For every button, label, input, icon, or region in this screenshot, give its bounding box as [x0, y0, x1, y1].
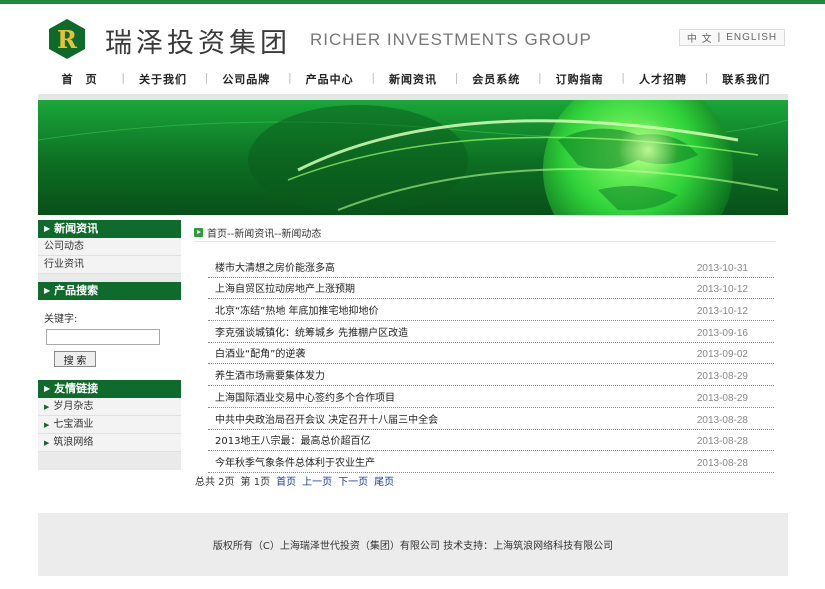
play-icon [194, 228, 203, 237]
lang-separator: | [717, 32, 722, 43]
list-item[interactable]: 楼市大清想之房价能涨多高 2013-10-31 [208, 256, 774, 278]
nav-products[interactable]: 产品中心 [288, 71, 371, 87]
sidebar-gap [38, 274, 181, 282]
nav-careers[interactable]: 人才招聘 [621, 71, 704, 87]
news-title[interactable]: 养生酒市场需要集体发力 [215, 367, 325, 382]
keyword-input[interactable] [46, 329, 160, 345]
news-title[interactable]: 北京“冻结”热地 年底加推宅地抑地价 [215, 302, 379, 317]
breadcrumb-divider [194, 241, 776, 242]
pager-first-link[interactable]: 首页 [276, 473, 296, 488]
keyword-label: 关键字: [44, 314, 78, 325]
product-search-panel: 关键字: 搜 索 [38, 300, 181, 380]
list-item[interactable]: 今年秋季气象条件总体利于农业生产 2013-08-28 [208, 451, 774, 473]
logo: R [49, 19, 85, 59]
pagination: 总共 2页 第 1页 首页 上一页 下一页 尾页 [195, 473, 394, 488]
sidebar-news-title: 新闻资讯 [54, 222, 99, 235]
nav-order-guide[interactable]: 订购指南 [538, 71, 621, 87]
lang-cn-link[interactable]: 中 文 [687, 30, 713, 45]
search-button[interactable]: 搜 索 [54, 351, 96, 367]
lang-en-link[interactable]: ENGLISH [726, 32, 777, 43]
news-date: 2013-08-29 [696, 392, 748, 404]
news-list: 楼市大清想之房价能涨多高 2013-10-31 上海自贸区拉动房地产上涨预期 2… [208, 256, 774, 473]
pager-last-link[interactable]: 尾页 [374, 473, 394, 488]
sidebar-link-label: 行业资讯 [44, 258, 84, 270]
company-name-en: RICHER INVESTMENTS GROUP [310, 30, 592, 49]
sidebar-search-header: ▶ 产品搜索 [38, 282, 181, 300]
pager-prev-link[interactable]: 上一页 [302, 473, 332, 488]
news-date: 2013-08-28 [696, 414, 748, 426]
sidebar-links-header: ▶ 友情链接 [38, 380, 181, 398]
friend-link-zhulang[interactable]: ▶ 筑浪网络 [38, 434, 181, 452]
news-date: 2013-10-12 [696, 306, 748, 318]
main-nav: 首 页 关于我们 公司品牌 产品中心 新闻资讯 会员系统 订购指南 人才招聘 联… [38, 66, 788, 92]
news-title[interactable]: 楼市大清想之房价能涨多高 [215, 259, 335, 274]
friend-link-label: 岁月杂志 [53, 400, 94, 412]
news-title[interactable]: 中共中央政治局召开会议 决定召开十八届三中全会 [215, 411, 438, 426]
arrow-right-icon: ▶ [44, 438, 50, 447]
breadcrumb-text[interactable]: 首页--新闻资讯--新闻动态 [207, 225, 321, 240]
friend-link-label: 筑浪网络 [53, 436, 94, 448]
friend-link-suiyue[interactable]: ▶ 岁月杂志 [38, 398, 181, 416]
globe-graphic [38, 100, 788, 215]
sidebar-link-industry-news[interactable]: 行业资讯 [38, 256, 181, 274]
sidebar-search-title: 产品搜索 [54, 284, 99, 297]
nav-contact[interactable]: 联系我们 [705, 71, 788, 87]
list-item[interactable]: 2013地王八宗最：最高总价超百亿 2013-08-28 [208, 430, 774, 452]
list-item[interactable]: 北京“冻结”热地 年底加推宅地抑地价 2013-10-12 [208, 299, 774, 322]
nav-about[interactable]: 关于我们 [121, 71, 204, 87]
pager-current: 第 1页 [240, 477, 271, 488]
news-date: 2013-10-31 [696, 262, 748, 274]
news-title[interactable]: 今年秋季气象条件总体利于农业生产 [215, 454, 375, 469]
news-date: 2013-09-02 [696, 349, 748, 361]
triangle-right-icon: ▶ [44, 224, 51, 233]
breadcrumb: 首页--新闻资讯--新闻动态 [194, 225, 321, 240]
news-date: 2013-08-28 [696, 436, 748, 448]
company-name-cn: 瑞泽投资集团 [105, 28, 291, 59]
sidebar-link-label: 公司动态 [44, 240, 84, 252]
nav-brands[interactable]: 公司品牌 [205, 71, 288, 87]
list-item[interactable]: 养生酒市场需要集体发力 2013-08-29 [208, 364, 774, 387]
news-title[interactable]: 上海国际酒业交易中心签约多个合作项目 [215, 389, 395, 404]
news-title[interactable]: 上海自贸区拉动房地产上涨预期 [215, 280, 355, 295]
sidebar-news-header: ▶ 新闻资讯 [38, 220, 181, 238]
hero-banner [38, 100, 788, 215]
pager-next-link[interactable]: 下一页 [338, 473, 368, 488]
pager-total: 总共 2页 [195, 477, 235, 488]
arrow-right-icon: ▶ [44, 420, 50, 429]
friend-link-qibao[interactable]: ▶ 七宝酒业 [38, 416, 181, 434]
news-title[interactable]: 李克强谈城镇化：统筹城乡 先推棚户区改造 [215, 324, 408, 339]
news-date: 2013-09-16 [696, 327, 748, 339]
arrow-right-icon: ▶ [44, 402, 50, 411]
list-item[interactable]: 上海国际酒业交易中心签约多个合作项目 2013-08-29 [208, 386, 774, 408]
nav-news[interactable]: 新闻资讯 [371, 71, 454, 87]
news-date: 2013-08-28 [696, 457, 748, 469]
sidebar-link-company-news[interactable]: 公司动态 [38, 238, 181, 256]
list-item[interactable]: 中共中央政治局召开会议 决定召开十八届三中全会 2013-08-28 [208, 408, 774, 430]
list-item[interactable]: 上海自贸区拉动房地产上涨预期 2013-10-12 [208, 278, 774, 300]
main-content: 首页--新闻资讯--新闻动态 楼市大清想之房价能涨多高 2013-10-31 上… [188, 222, 778, 492]
footer: 版权所有（C）上海瑞泽世代投资（集团）有限公司 技术支持：上海筑浪网络科技有限公… [38, 513, 788, 576]
friend-link-label: 七宝酒业 [53, 418, 94, 430]
list-item[interactable]: 李克强谈城镇化：统筹城乡 先推棚户区改造 2013-09-16 [208, 321, 774, 343]
news-date: 2013-08-29 [696, 371, 748, 383]
list-item[interactable]: 白酒业“配角”的逆袭 2013-09-02 [208, 343, 774, 365]
triangle-right-icon: ▶ [44, 384, 51, 393]
news-date: 2013-10-12 [696, 284, 748, 296]
nav-home[interactable]: 首 页 [38, 71, 121, 87]
triangle-right-icon: ▶ [44, 286, 51, 295]
nav-members[interactable]: 会员系统 [455, 71, 538, 87]
news-title[interactable]: 白酒业“配角”的逆袭 [215, 345, 305, 360]
sidebar: ▶ 新闻资讯 公司动态 行业资讯 ▶ 产品搜索 关键字: 搜 索 ▶ 友情链接 … [38, 220, 181, 470]
header: R 瑞泽投资集团 RICHER INVESTMENTS GROUP 中 文 | … [0, 4, 825, 62]
footer-copyright: 版权所有（C）上海瑞泽世代投资（集团）有限公司 技术支持：上海筑浪网络科技有限公… [212, 541, 614, 552]
svg-text:R: R [57, 25, 78, 54]
sidebar-links-title: 友情链接 [54, 382, 99, 395]
news-title[interactable]: 2013地王八宗最：最高总价超百亿 [215, 432, 370, 447]
language-switcher: 中 文 | ENGLISH [679, 29, 785, 46]
